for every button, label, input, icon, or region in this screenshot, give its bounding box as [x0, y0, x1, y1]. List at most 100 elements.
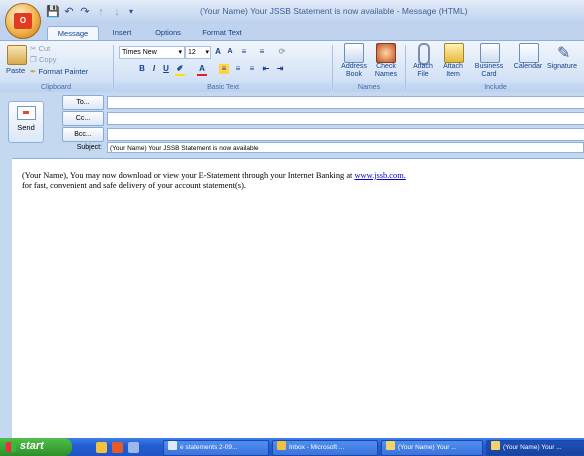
send-label: Send: [17, 123, 35, 132]
start-button[interactable]: start: [0, 438, 72, 456]
business-card-label: Business Card: [474, 63, 504, 78]
format-painter-label: Format Painter: [38, 67, 89, 76]
font-size-value: 12: [188, 49, 196, 56]
message-icon: [491, 441, 500, 450]
task-message-1[interactable]: (Your Name) Your ...: [381, 440, 483, 456]
task-label: Inbox - Microsoft ...: [289, 444, 345, 451]
subject-label: Subject:: [76, 144, 102, 151]
task-e-statements[interactable]: e statements 2-09...: [163, 440, 269, 456]
underline-icon[interactable]: U: [161, 64, 171, 74]
ribbon-divider: [405, 45, 406, 91]
cc-field[interactable]: [107, 112, 584, 125]
paperclip-icon: [418, 43, 430, 65]
attach-item-button[interactable]: Attach Item: [439, 43, 467, 81]
show-desktop-icon[interactable]: [128, 442, 139, 453]
cut-button[interactable]: ✂ Cut: [30, 44, 50, 54]
paste-button[interactable]: Paste: [4, 45, 28, 81]
redo-icon[interactable]: ↷: [78, 5, 92, 19]
bank-website-link[interactable]: www.jssb.com.: [354, 171, 405, 180]
decrease-indent-icon[interactable]: ⇤: [261, 64, 271, 74]
start-label: start: [20, 440, 44, 452]
undo-icon[interactable]: ↶: [62, 5, 76, 19]
highlight-icon[interactable]: ✐: [175, 64, 185, 76]
windows-flag-icon: [6, 442, 16, 452]
signature-pen-icon: ✎: [557, 45, 571, 62]
font-name-value: Times New: [122, 49, 157, 56]
italic-icon[interactable]: I: [149, 64, 159, 74]
check-names-label: Check Names: [374, 63, 398, 78]
message-body-text: (Your Name), You may now download or vie…: [22, 171, 582, 191]
tab-message[interactable]: Message: [47, 26, 99, 41]
font-name-select[interactable]: Times New ▾: [119, 46, 185, 59]
task-inbox[interactable]: Inbox - Microsoft ...: [272, 440, 378, 456]
scissors-icon: ✂: [30, 44, 37, 53]
task-label: (Your Name) Your ...: [398, 444, 457, 451]
outlook-icon: [277, 441, 286, 450]
attach-item-label: Attach Item: [443, 63, 463, 78]
office-logo-icon: O: [14, 13, 32, 29]
bullets-icon[interactable]: ≡: [239, 47, 249, 57]
message-body[interactable]: (Your Name), You may now download or vie…: [12, 158, 584, 439]
address-book-button[interactable]: Address Book: [338, 43, 368, 81]
font-color-icon[interactable]: A: [197, 64, 207, 76]
message-icon: [386, 441, 395, 450]
to-field[interactable]: [107, 96, 584, 109]
numbering-icon[interactable]: ≡: [257, 47, 267, 57]
send-envelope-icon: [17, 106, 36, 120]
attach-file-button[interactable]: Attach File: [409, 43, 437, 81]
outlook-icon[interactable]: [112, 442, 123, 453]
bcc-button[interactable]: Bcc...: [62, 127, 104, 142]
business-card-button[interactable]: Business Card: [471, 43, 507, 81]
to-button[interactable]: To...: [62, 95, 104, 110]
subject-field[interactable]: (Your Name) Your JSSB Statement is now a…: [107, 142, 584, 153]
shrink-font-icon[interactable]: A: [225, 47, 235, 57]
ribbon-divider: [332, 45, 333, 91]
ribbon-tab-strip: Message Insert Options Format Text: [0, 24, 584, 41]
save-icon[interactable]: 💾: [46, 5, 60, 19]
down-arrow-icon[interactable]: ↓: [110, 5, 124, 19]
customize-toolbar-icon[interactable]: ▾: [124, 5, 138, 19]
align-right-icon[interactable]: ≡: [247, 64, 257, 74]
send-button[interactable]: Send: [8, 101, 44, 143]
grow-font-icon[interactable]: A: [213, 47, 223, 57]
clear-formatting-icon[interactable]: ⟳: [277, 47, 287, 57]
signature-button[interactable]: ✎ Signature: [547, 43, 584, 81]
increase-indent-icon[interactable]: ⇥: [275, 64, 285, 74]
paste-label: Paste: [6, 66, 26, 75]
calendar-icon: [519, 43, 539, 63]
tab-format-text[interactable]: Format Text: [192, 26, 252, 40]
format-painter-button[interactable]: ✒ Format Painter: [30, 67, 88, 77]
chevron-down-icon: ▾: [205, 49, 209, 56]
include-group: Attach File Attach Item Business Card Ca…: [407, 41, 584, 93]
tab-options[interactable]: Options: [148, 26, 188, 40]
taskbar: start e statements 2-09... Inbox - Micro…: [0, 438, 584, 456]
bcc-field[interactable]: [107, 128, 584, 141]
folder-icon: [168, 441, 177, 450]
ribbon-divider: [113, 45, 114, 91]
copy-button[interactable]: ❐ Copy: [30, 55, 56, 65]
cut-label: Cut: [38, 44, 51, 53]
body-line-1: (Your Name), You may now download or vie…: [22, 171, 353, 180]
up-arrow-icon[interactable]: ↑: [94, 5, 108, 19]
calendar-button[interactable]: Calendar: [511, 43, 545, 81]
bold-icon[interactable]: B: [137, 64, 147, 74]
align-left-icon[interactable]: ≡: [219, 64, 229, 74]
title-bar: 💾 ↶ ↷ ↑ ↓ ▾ (Your Name) Your JSSB Statem…: [0, 0, 584, 24]
address-book-label: Address Book: [341, 63, 367, 78]
body-line-2: for fast, convenient and safe delivery o…: [22, 181, 246, 190]
check-names-button[interactable]: Check Names: [370, 43, 400, 81]
paintbrush-icon: ✒: [30, 67, 37, 76]
task-message-2[interactable]: (Your Name) Your ...: [486, 440, 584, 456]
business-card-icon: [480, 43, 500, 63]
font-size-select[interactable]: 12 ▾: [185, 46, 211, 59]
tab-insert[interactable]: Insert: [104, 26, 140, 40]
names-group: Address Book Check Names Names: [334, 41, 404, 93]
basic-text-group: Times New ▾ 12 ▾ A A ≡ ≡ ⟳ B I U ✐ A ≡ ≡…: [115, 41, 331, 93]
align-center-icon[interactable]: ≡: [233, 64, 243, 74]
window-title: (Your Name) Your JSSB Statement is now a…: [200, 6, 468, 16]
cc-button[interactable]: Cc...: [62, 111, 104, 126]
office-button[interactable]: O: [5, 3, 41, 39]
task-label: (Your Name) Your ...: [503, 444, 562, 451]
ie-icon[interactable]: [96, 442, 107, 453]
calendar-label: Calendar: [513, 63, 543, 70]
